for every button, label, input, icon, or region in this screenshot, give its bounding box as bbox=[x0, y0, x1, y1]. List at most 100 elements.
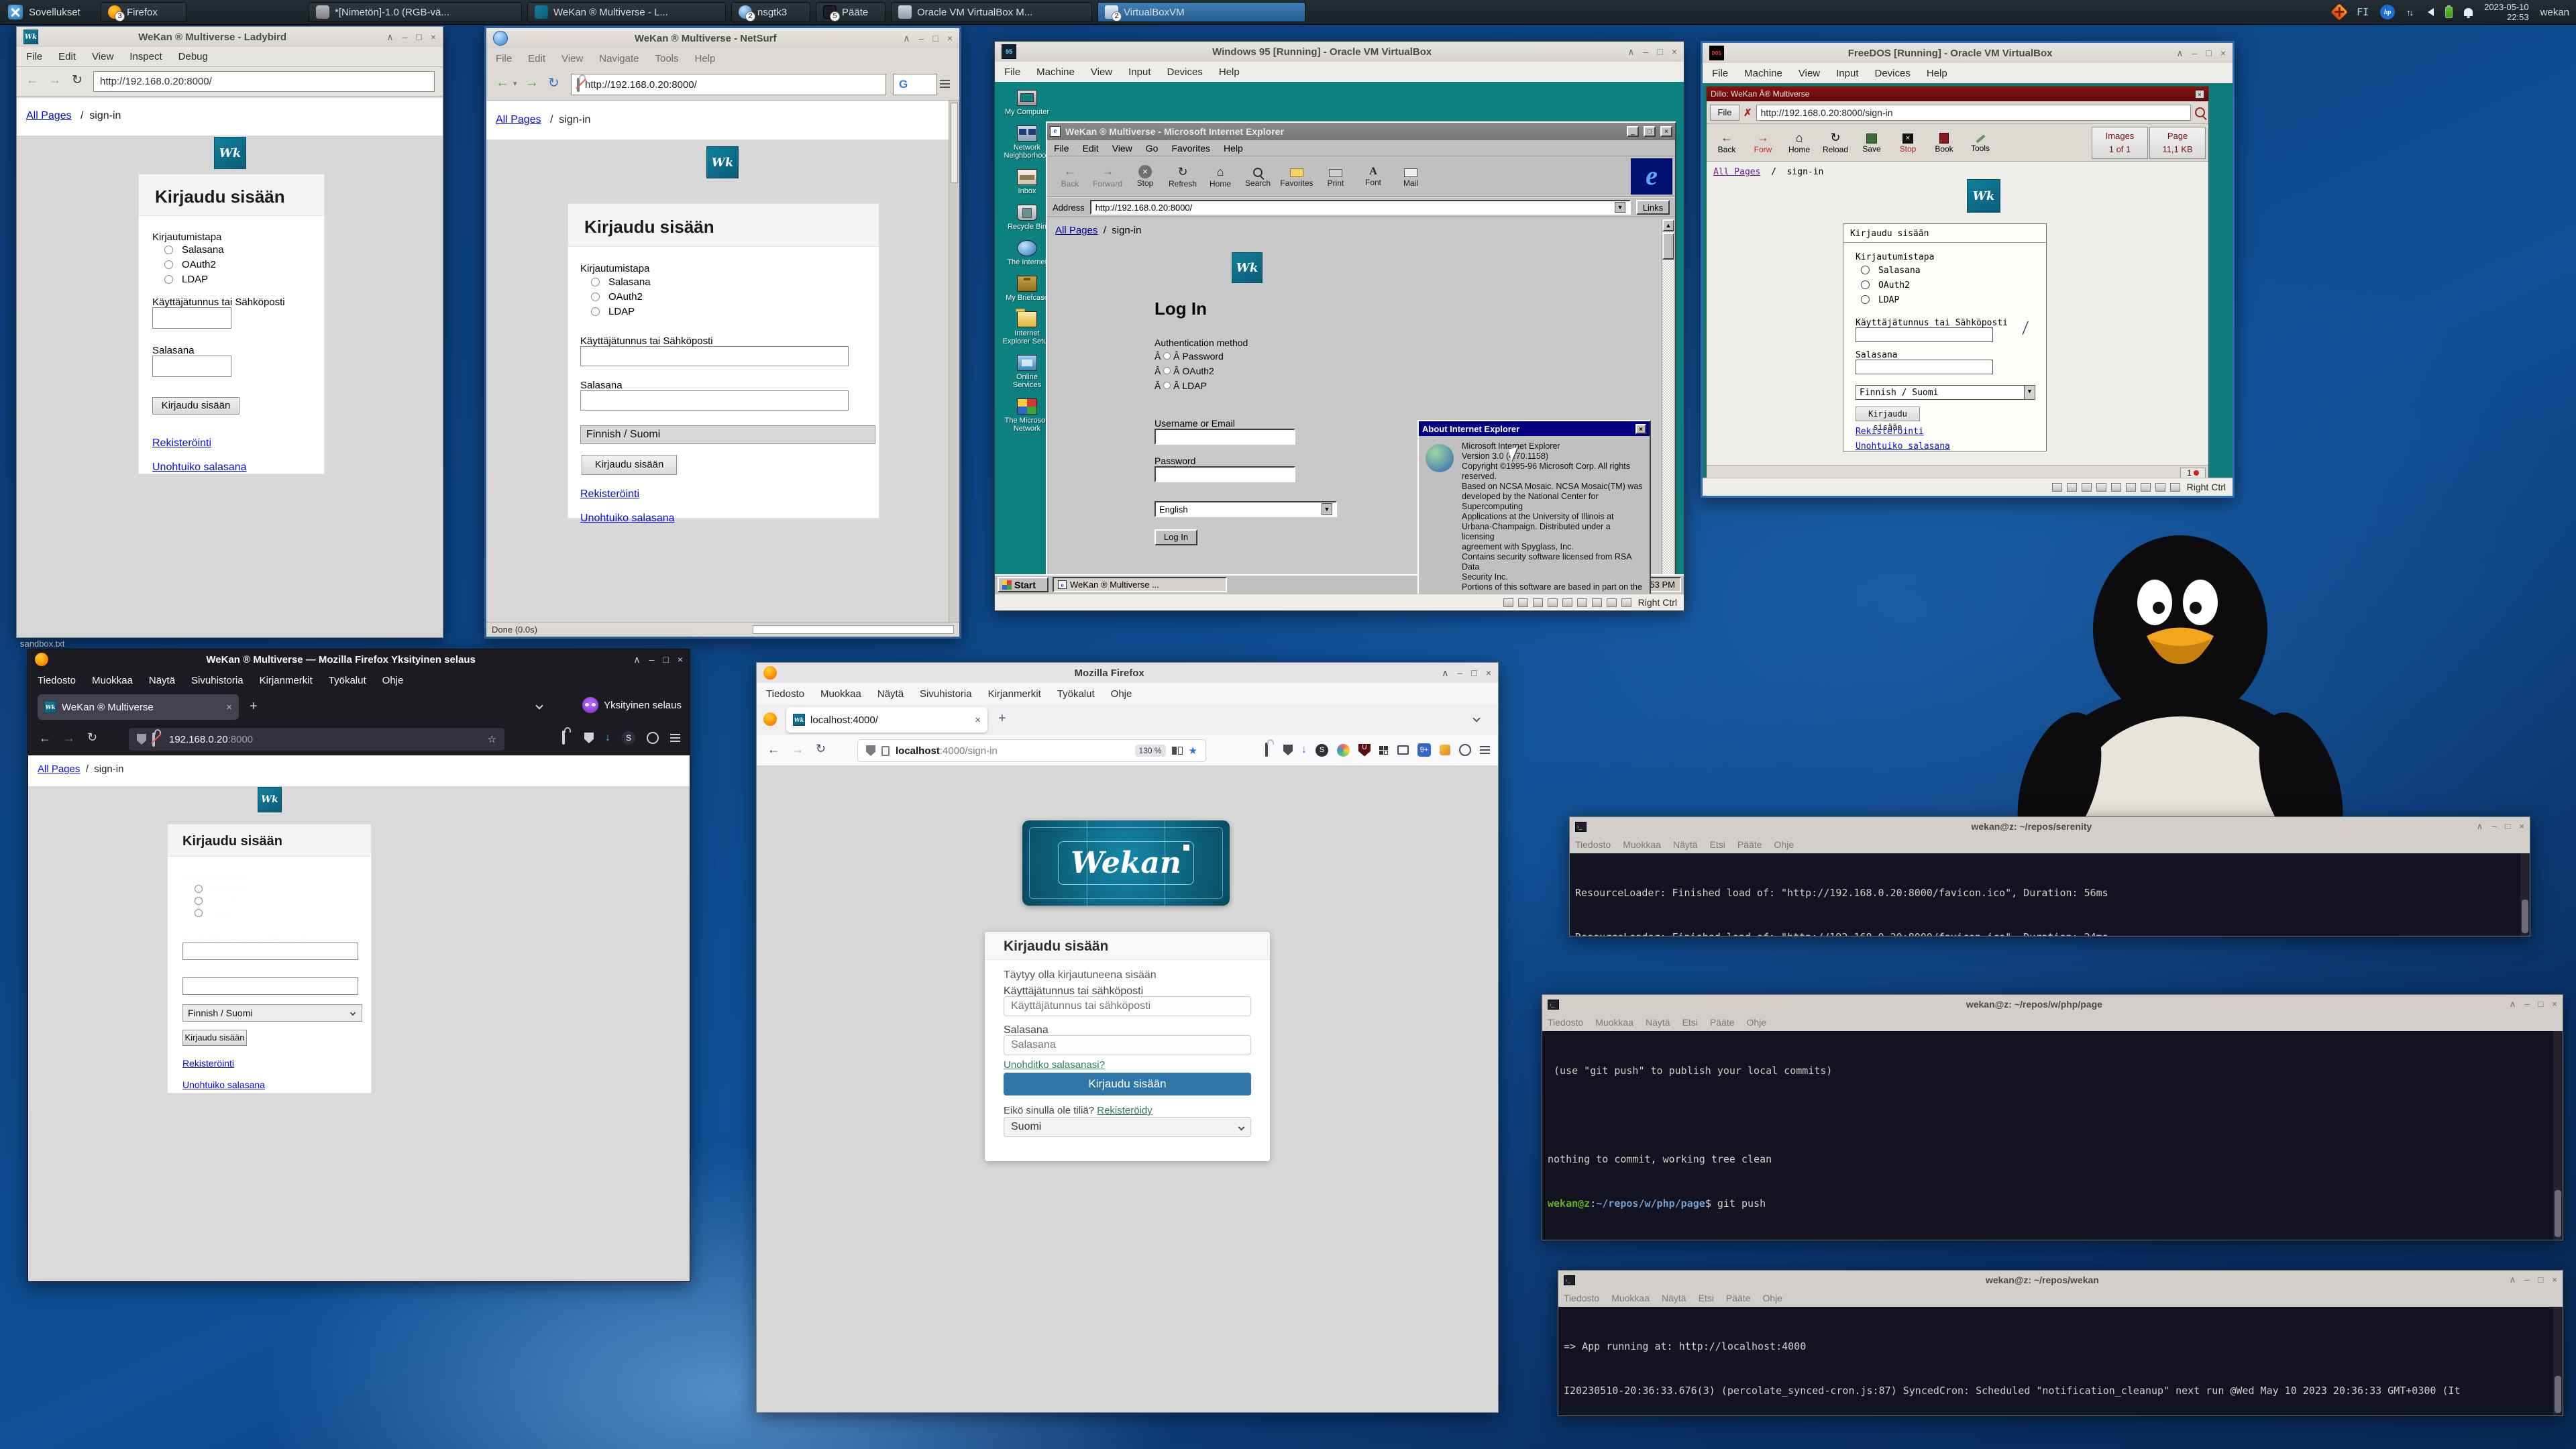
taskbar-item-nsgtk3[interactable]: nsgtk3 2 bbox=[731, 2, 810, 22]
desktop-icon[interactable]: Online Services bbox=[1002, 355, 1053, 389]
menu-item[interactable]: Työkalut bbox=[329, 675, 366, 686]
terminal-output[interactable]: ResourceLoader: Finished load of: "http:… bbox=[1570, 853, 2530, 936]
language-select[interactable]: Finnish / Suomi bbox=[182, 1004, 362, 1022]
ublock-origin-icon[interactable]: U bbox=[1358, 744, 1371, 757]
page-info-icon[interactable] bbox=[881, 746, 890, 756]
new-tab-button[interactable]: + bbox=[250, 699, 258, 714]
protections-icon[interactable] bbox=[1283, 745, 1293, 755]
minimize-button[interactable]: – bbox=[1644, 46, 1649, 58]
scrollbar-thumb[interactable] bbox=[2555, 1376, 2561, 1413]
reader-split-icon[interactable] bbox=[1172, 747, 1183, 755]
notifications-icon[interactable] bbox=[2464, 8, 2473, 16]
username-input[interactable] bbox=[152, 307, 231, 329]
font-button[interactable]: AFont bbox=[1354, 166, 1392, 187]
back-button[interactable]: ←Back bbox=[1709, 131, 1744, 154]
radio-ldap[interactable] bbox=[164, 275, 173, 284]
forward-button[interactable]: →Forw bbox=[1746, 131, 1780, 154]
menu-item[interactable]: Muokkaa bbox=[1611, 1293, 1650, 1303]
menu-item[interactable]: View bbox=[1091, 66, 1112, 78]
cdrom-icon[interactable] bbox=[2067, 483, 2077, 492]
shade-button[interactable]: ∧ bbox=[2510, 1275, 2516, 1285]
extension-s-icon[interactable]: S bbox=[1316, 744, 1328, 757]
menu-item[interactable]: File bbox=[496, 53, 512, 64]
username-input[interactable] bbox=[182, 943, 358, 960]
menu-item[interactable]: Ohje bbox=[382, 675, 404, 686]
audio-icon[interactable] bbox=[2096, 483, 2106, 492]
usb-icon[interactable] bbox=[2126, 483, 2136, 492]
ie-titlebar[interactable]: e WeKan ® Multiverse - Microsoft Interne… bbox=[1047, 123, 1675, 140]
submit-button[interactable]: Kirjaudu sisään bbox=[1004, 1073, 1251, 1095]
menu-item[interactable]: Kirjanmerkit bbox=[260, 675, 313, 686]
scrollbar-thumb[interactable] bbox=[951, 103, 958, 183]
desktop-icon[interactable]: My Computer bbox=[1002, 90, 1053, 116]
menu-item[interactable]: Näytä bbox=[1673, 839, 1698, 850]
shade-button[interactable]: ∧ bbox=[633, 654, 640, 665]
radio-oauth2[interactable] bbox=[164, 260, 173, 269]
extension-color-icon[interactable] bbox=[1337, 744, 1350, 757]
mouse-integration-icon[interactable] bbox=[1621, 598, 1631, 607]
tray-app-icon[interactable] bbox=[2330, 3, 2347, 20]
register-link[interactable]: Rekisteröinti bbox=[182, 1058, 234, 1069]
menu-item[interactable]: Sivuhistoria bbox=[191, 675, 244, 686]
menu-item[interactable]: Input bbox=[1836, 68, 1858, 79]
menu-item[interactable]: Näytä bbox=[877, 688, 904, 700]
clock[interactable]: 2023-05-1022:53 bbox=[2484, 2, 2529, 22]
menu-item[interactable]: File bbox=[26, 51, 42, 62]
file-button[interactable]: File bbox=[1710, 105, 1739, 121]
scrollbar[interactable] bbox=[2553, 1307, 2563, 1415]
menu-item[interactable]: File bbox=[1004, 66, 1020, 78]
favorites-button[interactable]: Favorites bbox=[1277, 166, 1317, 188]
menu-item[interactable]: Debug bbox=[178, 51, 208, 62]
menu-item[interactable]: Go bbox=[1146, 143, 1159, 154]
close-button[interactable]: × bbox=[431, 32, 436, 43]
downloads-icon[interactable]: ↓ bbox=[1301, 744, 1307, 756]
language-select[interactable]: Finnish / Suomi▼ bbox=[1856, 385, 2035, 400]
scrollbar[interactable] bbox=[949, 101, 959, 622]
language-select[interactable]: Finnish / Suomi bbox=[580, 425, 875, 444]
menu-item[interactable]: Muokkaa bbox=[1623, 839, 1661, 850]
new-tab-button[interactable]: + bbox=[998, 711, 1006, 727]
radio-ldap[interactable] bbox=[1861, 295, 1870, 304]
back-icon[interactable]: ← bbox=[39, 731, 51, 745]
password-input[interactable] bbox=[580, 390, 849, 411]
shade-button[interactable]: ∧ bbox=[386, 32, 393, 43]
menu-item[interactable]: View bbox=[561, 53, 583, 64]
menu-item[interactable]: Muokkaa bbox=[820, 688, 861, 700]
forward-icon[interactable]: → bbox=[63, 731, 75, 745]
shared-folders-icon[interactable] bbox=[1577, 598, 1587, 607]
register-link[interactable]: Rekisteröidy bbox=[1097, 1105, 1152, 1116]
tab-active[interactable]: Wk localhost:4000/ × bbox=[786, 707, 987, 733]
password-input[interactable] bbox=[1856, 360, 1993, 374]
hdd-icon[interactable] bbox=[1503, 598, 1513, 607]
menu-item[interactable]: Etsi bbox=[1682, 1017, 1698, 1028]
radio-ldap[interactable] bbox=[195, 909, 203, 917]
search-box[interactable]: G bbox=[893, 74, 937, 95]
url-bar[interactable]: http://192.168.0.20:8000/ bbox=[93, 71, 435, 92]
password-input[interactable] bbox=[1155, 466, 1295, 482]
radio-password[interactable] bbox=[1163, 352, 1171, 360]
desktop-icon[interactable]: Internet Explorer Setup bbox=[1002, 311, 1053, 345]
scrollbar[interactable] bbox=[2553, 1031, 2563, 1240]
shade-button[interactable]: ∧ bbox=[2176, 48, 2183, 59]
taskbar-task-button[interactable]: e WeKan ® Multiverse ... bbox=[1053, 577, 1227, 592]
sidebar-icon[interactable] bbox=[1397, 745, 1409, 755]
menu-item[interactable]: Kirjanmerkit bbox=[988, 688, 1041, 700]
network-icon[interactable]: ↑↓ bbox=[2406, 7, 2412, 17]
radio-password[interactable] bbox=[591, 278, 600, 286]
close-button[interactable]: × bbox=[2552, 1275, 2557, 1285]
shade-button[interactable]: ∧ bbox=[2510, 999, 2516, 1010]
shade-button[interactable]: ∧ bbox=[1627, 46, 1634, 58]
radio-password[interactable] bbox=[164, 246, 173, 254]
menu-item[interactable]: Muokkaa bbox=[92, 675, 133, 686]
menu-item[interactable]: Tiedosto bbox=[766, 688, 804, 700]
menu-item[interactable]: Muokkaa bbox=[1595, 1017, 1633, 1028]
protections-icon[interactable] bbox=[584, 733, 594, 743]
submit-button[interactable]: Kirjaudu sisään bbox=[582, 455, 677, 475]
forgot-link[interactable]: Unohtuiko salasana bbox=[152, 462, 247, 473]
menu-item[interactable]: Näytä bbox=[149, 675, 175, 686]
maximize-button[interactable]: □ bbox=[2206, 48, 2211, 59]
home-button[interactable]: ⌂Home bbox=[1782, 131, 1817, 154]
radio-password[interactable] bbox=[1861, 266, 1870, 274]
profile-icon[interactable] bbox=[1459, 744, 1471, 756]
menu-item[interactable]: Help bbox=[695, 53, 716, 64]
